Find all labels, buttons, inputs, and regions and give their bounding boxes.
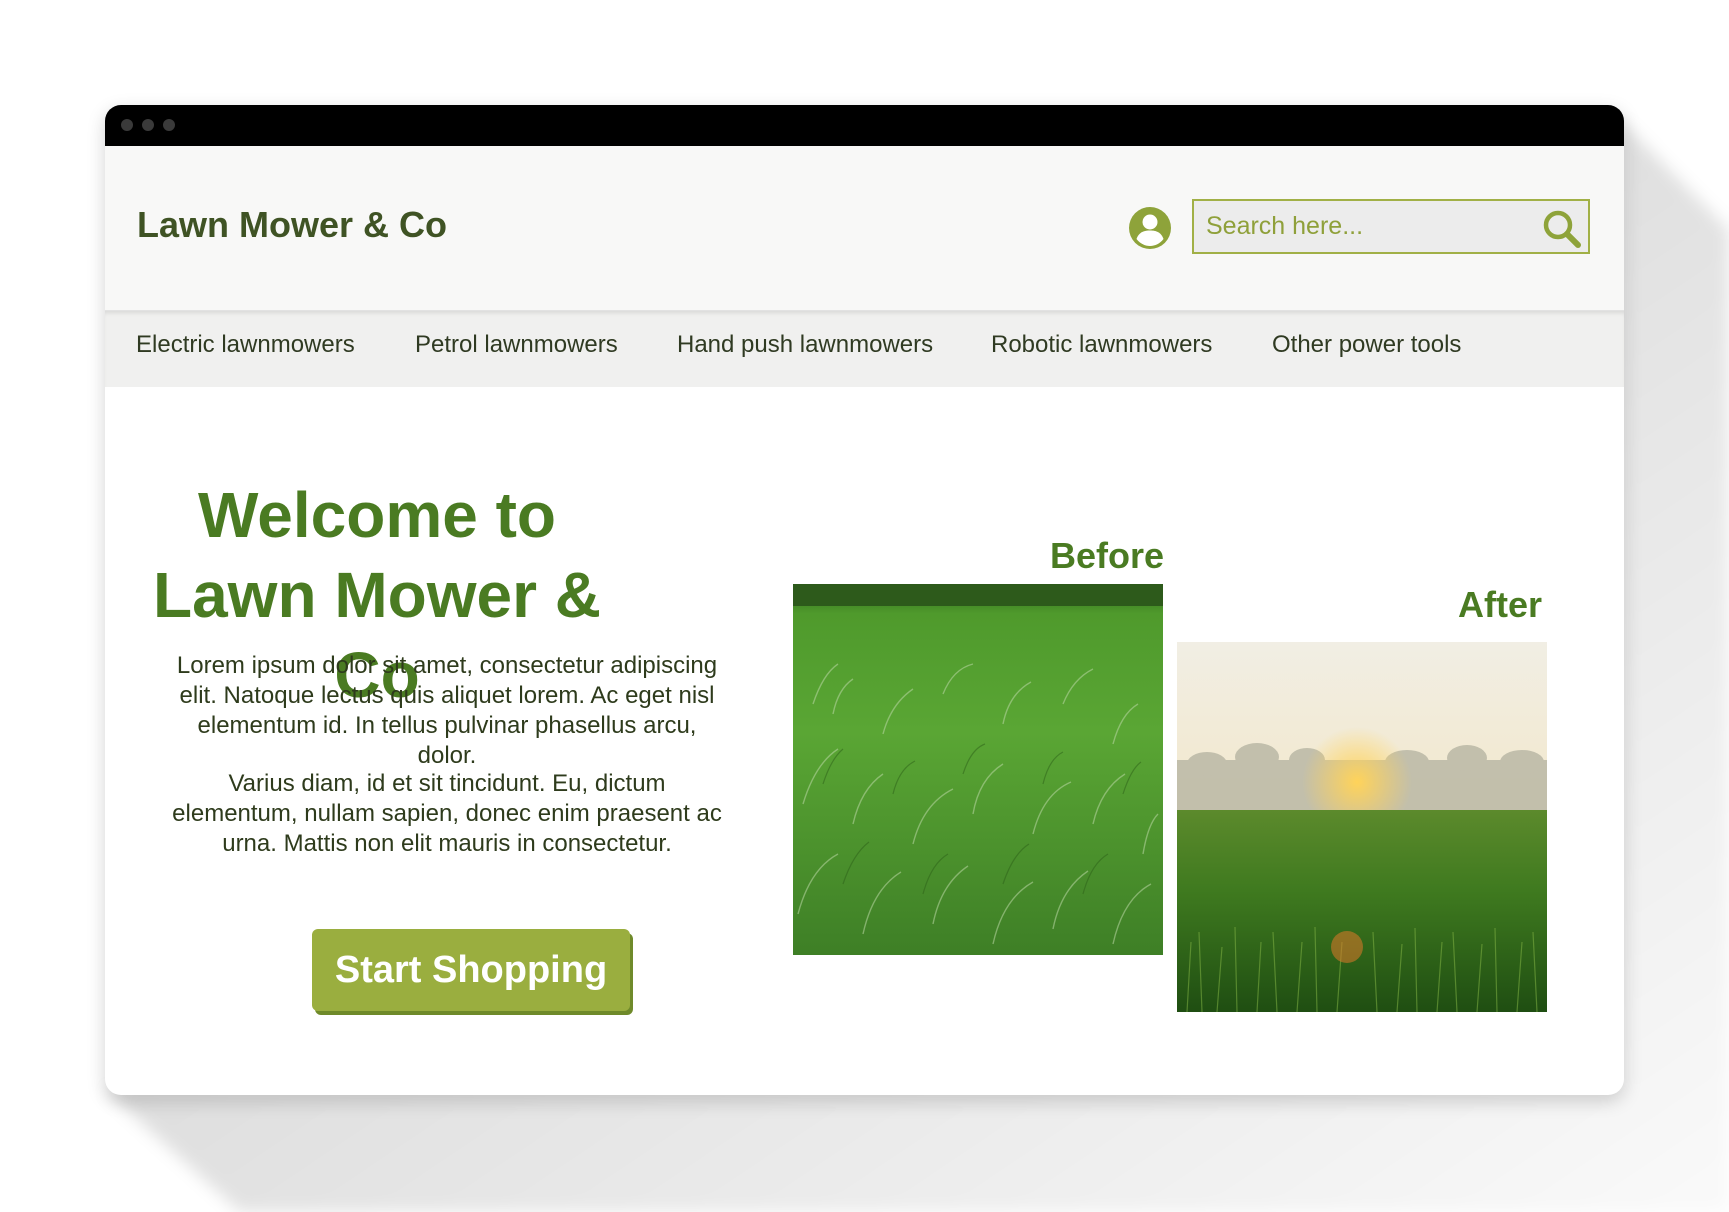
start-shopping-button[interactable]: Start Shopping [312,929,630,1011]
user-circle-icon[interactable] [1128,206,1172,250]
before-label: Before [1050,535,1165,576]
site-logo[interactable]: Lawn Mower & Co [137,204,447,246]
search-input[interactable] [1194,211,1528,242]
hero-paragraph: Varius diam, id et sit tincidunt. Eu, di… [172,770,722,857]
search-bar [1192,199,1590,254]
browser-window: Lawn Mower & Co Electric lawnmowers Petr… [105,105,1624,1095]
window-dot[interactable] [121,119,133,131]
nav-item-robotic[interactable]: Robotic lawnmowers [991,331,1212,359]
nav-item-hand-push[interactable]: Hand push lawnmowers [677,331,933,359]
search-icon[interactable] [1542,209,1582,249]
hero-section: Welcome to Lawn Mower & Co Lorem ipsum d… [105,387,1624,1095]
category-nav: Electric lawnmowers Petrol lawnmowers Ha… [105,311,1624,387]
hero-paragraph: Lorem ipsum dolor sit amet, consectetur … [176,652,718,769]
before-photo [793,584,1163,955]
site-header: Lawn Mower & Co [105,146,1624,311]
nav-item-electric[interactable]: Electric lawnmowers [136,331,355,359]
hero-title-line1: Welcome to [198,479,556,551]
nav-item-power-tools[interactable]: Other power tools [1272,331,1461,359]
after-label: After [1458,584,1543,625]
window-dot[interactable] [142,119,154,131]
window-dot[interactable] [163,119,175,131]
window-controls [121,119,175,131]
nav-item-petrol[interactable]: Petrol lawnmowers [415,331,618,359]
after-photo [1177,642,1547,1012]
window-titlebar [105,105,1624,146]
